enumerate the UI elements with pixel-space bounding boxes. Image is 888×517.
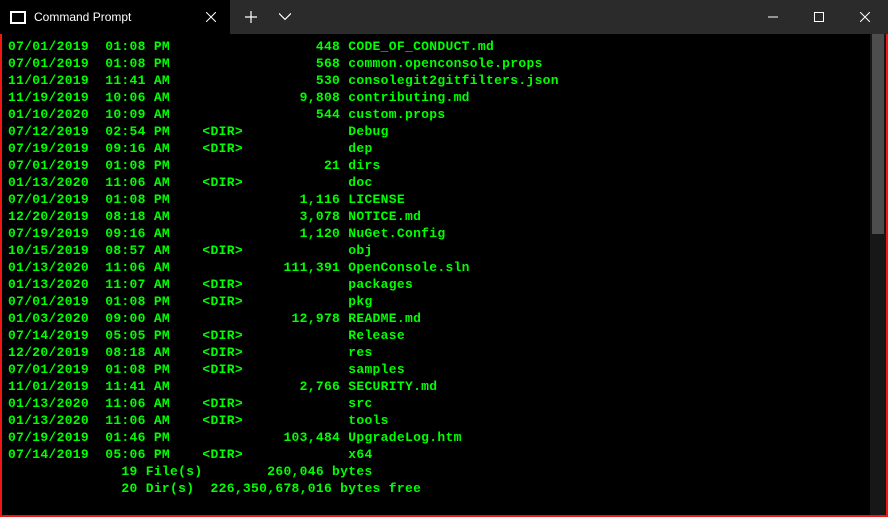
listing-row: 07/01/2019 01:08 PM 21 dirs: [8, 157, 880, 174]
listing-row: 10/15/2019 08:57 AM <DIR> obj: [8, 242, 880, 259]
tab-dropdown-button[interactable]: [268, 0, 302, 34]
listing-row: 11/01/2019 11:41 AM 530 consolegit2gitfi…: [8, 72, 880, 89]
listing-row: 01/13/2020 11:06 AM <DIR> tools: [8, 412, 880, 429]
listing-row: 01/13/2020 11:06 AM 111,391 OpenConsole.…: [8, 259, 880, 276]
listing-row: 07/01/2019 01:08 PM 1,116 LICENSE: [8, 191, 880, 208]
listing-row: 01/03/2020 09:00 AM 12,978 README.md: [8, 310, 880, 327]
close-tab-button[interactable]: [202, 8, 220, 26]
title-bar: Command Prompt: [0, 0, 888, 34]
listing-row: 11/01/2019 11:41 AM 2,766 SECURITY.md: [8, 378, 880, 395]
terminal-icon: [10, 11, 26, 24]
summary-dirs: 20 Dir(s) 226,350,678,016 bytes free: [8, 480, 880, 497]
new-tab-button[interactable]: [234, 0, 268, 34]
close-window-button[interactable]: [842, 0, 888, 34]
tab-controls: [230, 0, 306, 34]
listing-row: 07/01/2019 01:08 PM <DIR> samples: [8, 361, 880, 378]
listing-row: 07/19/2019 01:46 PM 103,484 UpgradeLog.h…: [8, 429, 880, 446]
listing-row: 12/20/2019 08:18 AM <DIR> res: [8, 344, 880, 361]
scrollbar[interactable]: [870, 34, 886, 515]
tab-title: Command Prompt: [34, 10, 202, 24]
listing-row: 01/13/2020 11:06 AM <DIR> doc: [8, 174, 880, 191]
listing-row: 07/14/2019 05:06 PM <DIR> x64: [8, 446, 880, 463]
listing-row: 07/19/2019 09:16 AM 1,120 NuGet.Config: [8, 225, 880, 242]
listing-row: 07/01/2019 01:08 PM <DIR> pkg: [8, 293, 880, 310]
listing-row: 01/10/2020 10:09 AM 544 custom.props: [8, 106, 880, 123]
scroll-thumb[interactable]: [872, 34, 884, 234]
listing-row: 07/01/2019 01:08 PM 568 common.openconso…: [8, 55, 880, 72]
listing-row: 11/19/2019 10:06 AM 9,808 contributing.m…: [8, 89, 880, 106]
listing-row: 07/12/2019 02:54 PM <DIR> Debug: [8, 123, 880, 140]
terminal-output[interactable]: 07/01/2019 01:08 PM 448 CODE_OF_CONDUCT.…: [2, 34, 886, 515]
minimize-button[interactable]: [750, 0, 796, 34]
command-prompt[interactable]: C:\Users\cinnamon\GitHub\WindowsTerminal…: [8, 514, 880, 515]
maximize-button[interactable]: [796, 0, 842, 34]
directory-listing: 07/01/2019 01:08 PM 448 CODE_OF_CONDUCT.…: [8, 38, 880, 463]
window-controls: [750, 0, 888, 34]
listing-row: 07/14/2019 05:05 PM <DIR> Release: [8, 327, 880, 344]
listing-row: 07/19/2019 09:16 AM <DIR> dep: [8, 140, 880, 157]
listing-row: 01/13/2020 11:07 AM <DIR> packages: [8, 276, 880, 293]
listing-row: 07/01/2019 01:08 PM 448 CODE_OF_CONDUCT.…: [8, 38, 880, 55]
listing-row: 12/20/2019 08:18 AM 3,078 NOTICE.md: [8, 208, 880, 225]
blank-line: [8, 497, 880, 514]
tab-command-prompt[interactable]: Command Prompt: [0, 0, 230, 34]
listing-row: 01/13/2020 11:06 AM <DIR> src: [8, 395, 880, 412]
summary-files: 19 File(s) 260,046 bytes: [8, 463, 880, 480]
titlebar-drag-area[interactable]: [306, 0, 750, 34]
